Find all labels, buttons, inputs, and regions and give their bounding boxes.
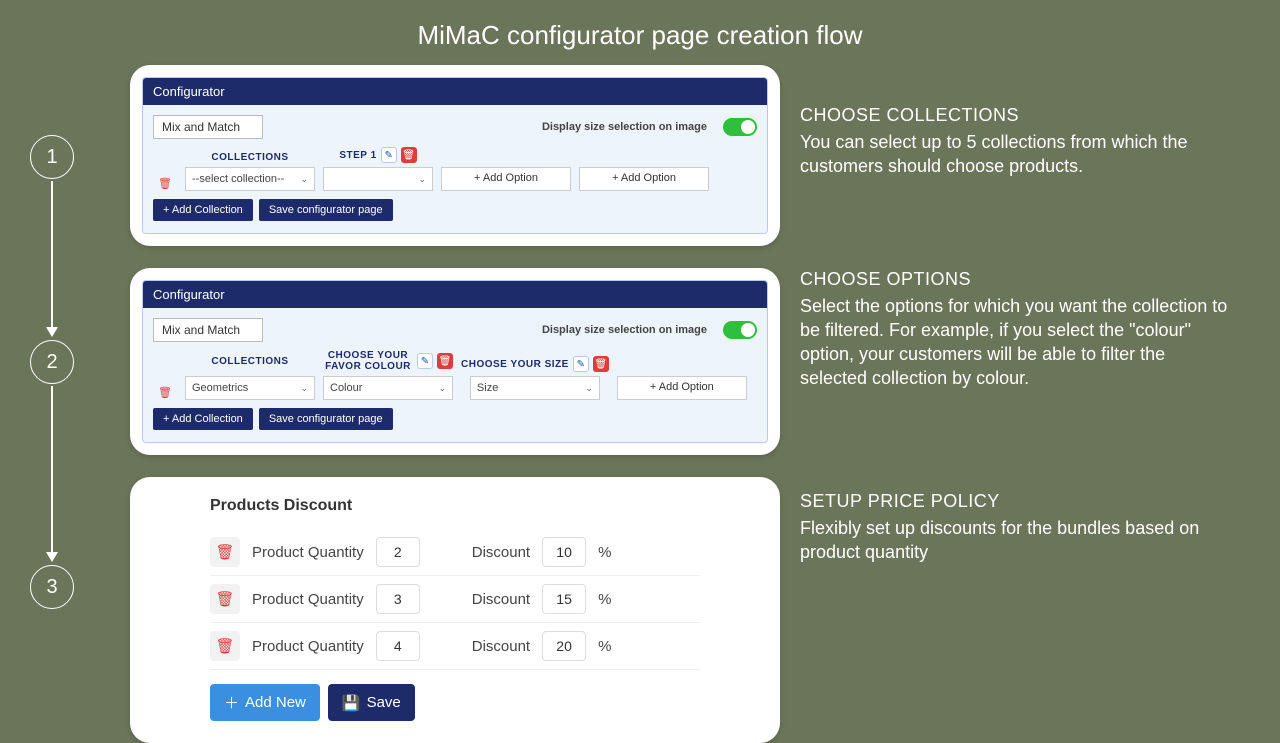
- pct-label: %: [598, 591, 611, 608]
- qty-input[interactable]: 2: [376, 537, 420, 567]
- add-option-button[interactable]: + Add Option: [617, 376, 747, 400]
- card-price-policy: Products Discount 🗑 Product Quantity 2 D…: [130, 477, 780, 743]
- connector-line-2: [51, 386, 53, 554]
- desc-head: CHOOSE OPTIONS: [800, 269, 1230, 290]
- discount-row: 🗑 Product Quantity 2 Discount 10 %: [210, 529, 700, 576]
- desc-choose-collections: CHOOSE COLLECTIONS You can select up to …: [800, 105, 1230, 179]
- display-size-toggle[interactable]: [723, 118, 757, 136]
- save-configurator-button[interactable]: Save configurator page: [259, 199, 393, 221]
- discount-row: 🗑 Product Quantity 3 Discount 15 %: [210, 576, 700, 623]
- colour-select[interactable]: Colour⌄: [323, 376, 453, 400]
- config-name-input[interactable]: Mix and Match: [153, 318, 263, 342]
- disc-input[interactable]: 10: [542, 537, 586, 567]
- step-1-marker: 1: [30, 135, 74, 179]
- qty-label: Product Quantity: [252, 544, 364, 561]
- add-option-button[interactable]: + Add Option: [441, 167, 571, 191]
- pct-label: %: [598, 544, 611, 561]
- config-header: Configurator: [143, 78, 767, 105]
- card-choose-options: Configurator Mix and Match Display size …: [130, 268, 780, 455]
- collections-header: COLLECTIONS: [211, 152, 288, 163]
- disc-label: Discount: [472, 544, 530, 561]
- edit-icon[interactable]: ✎: [573, 356, 589, 372]
- step-2-marker: 2: [30, 340, 74, 384]
- trash-icon[interactable]: 🗑: [210, 631, 240, 661]
- qty-label: Product Quantity: [252, 638, 364, 655]
- discount-row: 🗑 Product Quantity 4 Discount 20 %: [210, 623, 700, 670]
- trash-icon[interactable]: 🗑: [210, 537, 240, 567]
- disc-input[interactable]: 15: [542, 584, 586, 614]
- desc-price-policy: SETUP PRICE POLICY Flexibly set up disco…: [800, 491, 1230, 565]
- desc-body: Flexibly set up discounts for the bundle…: [800, 516, 1230, 565]
- trash-icon[interactable]: 🗑: [210, 584, 240, 614]
- add-collection-button[interactable]: + Add Collection: [153, 408, 253, 430]
- qty-label: Product Quantity: [252, 591, 364, 608]
- card-choose-collections: Configurator Mix and Match Display size …: [130, 65, 780, 246]
- pct-label: %: [598, 638, 611, 655]
- desc-body: You can select up to 5 collections from …: [800, 130, 1230, 179]
- connector-line-1: [51, 181, 53, 329]
- qty-input[interactable]: 3: [376, 584, 420, 614]
- toggle-label: Display size selection on image: [542, 324, 707, 336]
- disc-input[interactable]: 20: [542, 631, 586, 661]
- desc-body: Select the options for which you want th…: [800, 294, 1230, 391]
- disc-label: Discount: [472, 638, 530, 655]
- size-select[interactable]: Size⌄: [470, 376, 600, 400]
- discount-title: Products Discount: [210, 497, 700, 515]
- add-collection-button[interactable]: + Add Collection: [153, 199, 253, 221]
- add-option-button[interactable]: + Add Option: [579, 167, 709, 191]
- collections-header: COLLECTIONS: [211, 350, 288, 372]
- page-title: MiMaC configurator page creation flow: [0, 0, 1280, 65]
- edit-icon[interactable]: ✎: [381, 147, 397, 163]
- size-header: CHOOSE YOUR SIZE: [461, 359, 569, 370]
- desc-choose-options: CHOOSE OPTIONS Select the options for wh…: [800, 269, 1230, 391]
- delete-icon[interactable]: 🗑: [593, 356, 609, 372]
- save-configurator-button[interactable]: Save configurator page: [259, 408, 393, 430]
- step-numbers-rail: 1 2 3: [0, 65, 100, 743]
- add-new-button[interactable]: ＋Add New: [210, 684, 320, 721]
- plus-icon: ＋: [224, 692, 239, 713]
- delete-icon[interactable]: 🗑: [437, 353, 453, 369]
- save-icon: 💾: [342, 694, 361, 712]
- trash-icon[interactable]: 🗑: [157, 175, 173, 191]
- toggle-label: Display size selection on image: [542, 121, 707, 133]
- delete-icon[interactable]: 🗑: [401, 147, 417, 163]
- config-name-input[interactable]: Mix and Match: [153, 115, 263, 139]
- arrow-icon: [46, 327, 58, 337]
- step-option-select[interactable]: ⌄: [323, 167, 433, 191]
- display-size-toggle[interactable]: [723, 321, 757, 339]
- colour-header: CHOOSE YOUR FAVOR COLOUR: [323, 350, 413, 372]
- save-button[interactable]: 💾Save: [328, 684, 415, 721]
- qty-input[interactable]: 4: [376, 631, 420, 661]
- step-1-header: STEP 1: [339, 150, 376, 161]
- trash-icon[interactable]: 🗑: [157, 384, 173, 400]
- arrow-icon: [46, 552, 58, 562]
- desc-head: CHOOSE COLLECTIONS: [800, 105, 1230, 126]
- edit-icon[interactable]: ✎: [417, 353, 433, 369]
- collection-select[interactable]: Geometrics⌄: [185, 376, 315, 400]
- step-3-marker: 3: [30, 565, 74, 609]
- collection-select[interactable]: --select collection--⌄: [185, 167, 315, 191]
- desc-head: SETUP PRICE POLICY: [800, 491, 1230, 512]
- config-header: Configurator: [143, 281, 767, 308]
- disc-label: Discount: [472, 591, 530, 608]
